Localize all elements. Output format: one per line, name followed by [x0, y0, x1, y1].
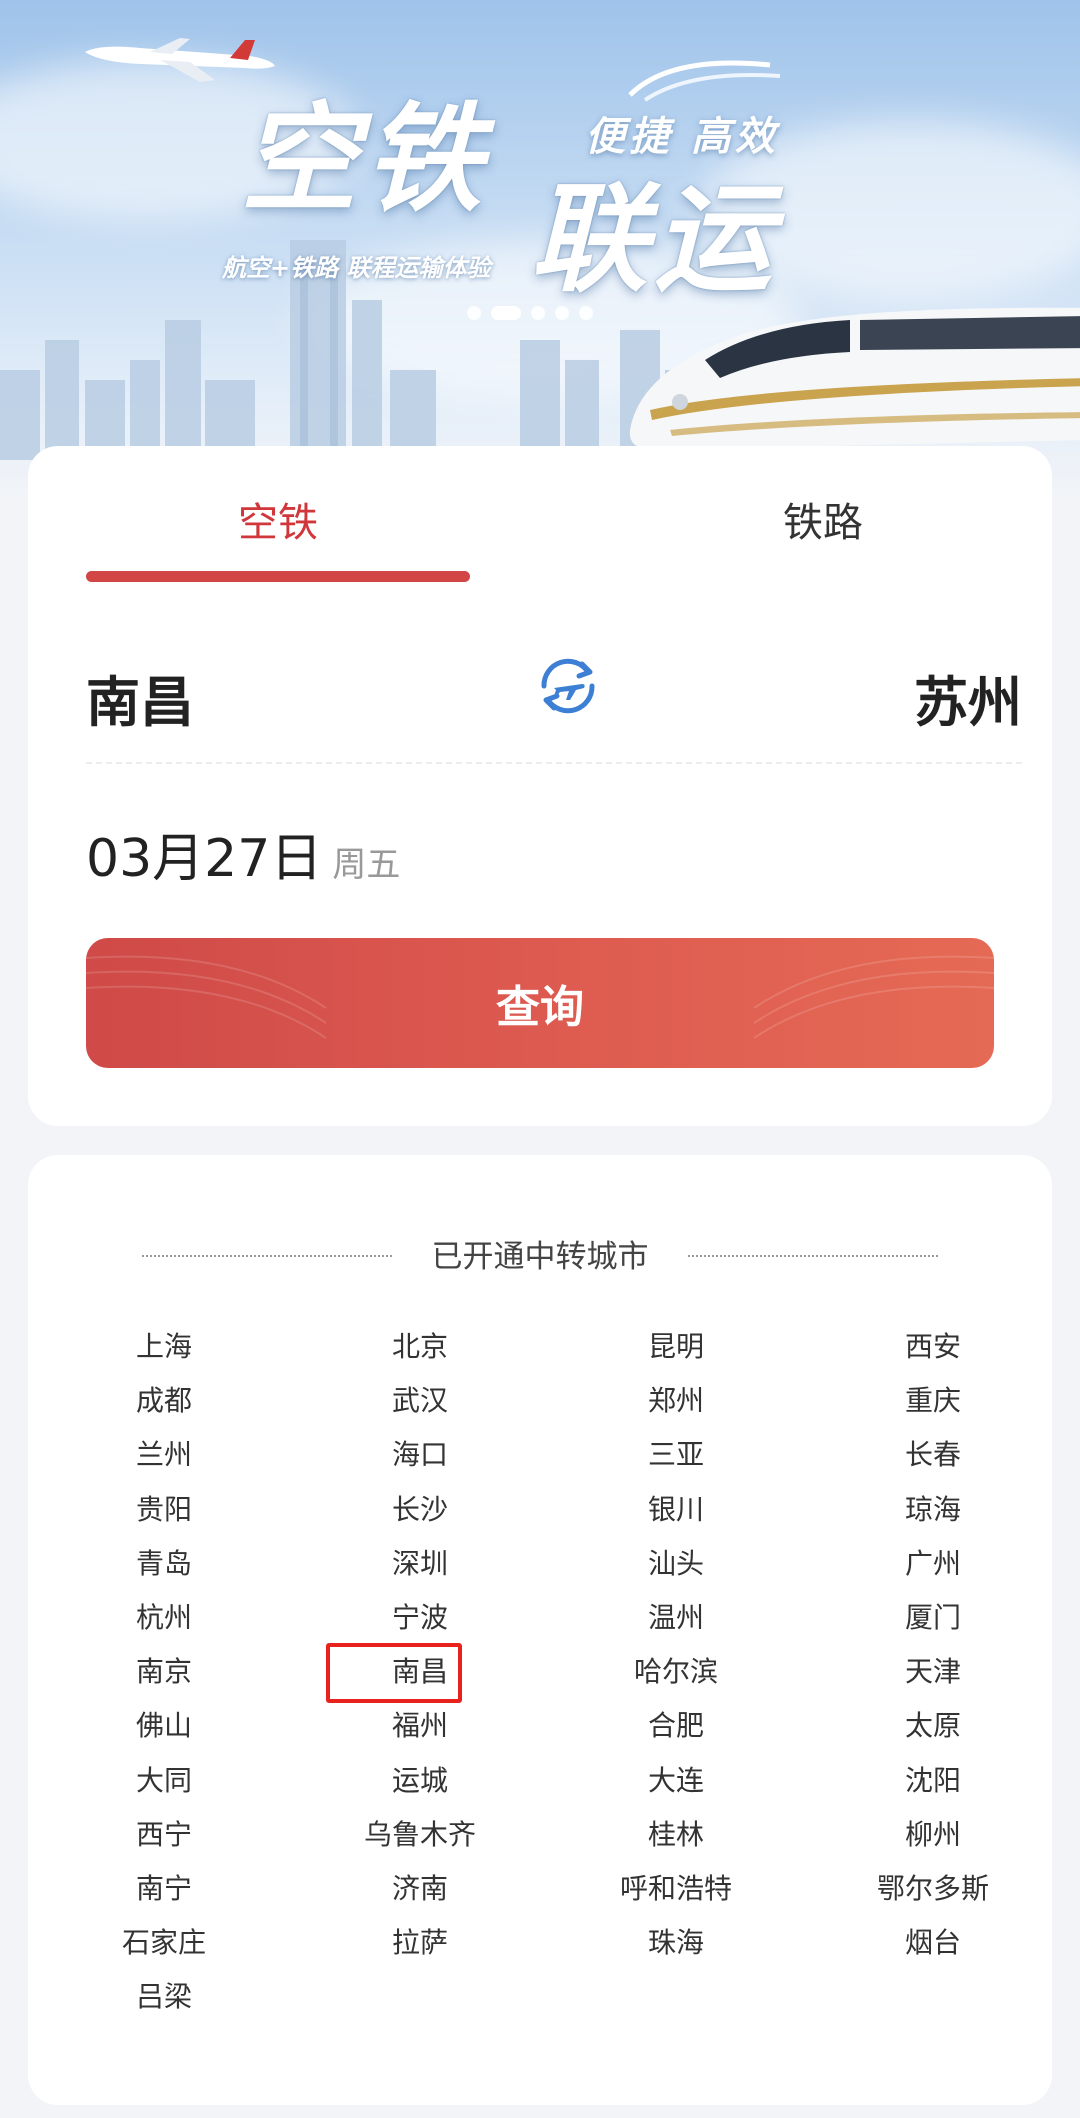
city-row: 吕梁: [28, 1975, 1052, 2029]
city-item[interactable]: 鄂尔多斯: [823, 1867, 1043, 1907]
high-speed-train-illustration: [629, 307, 1080, 450]
carousel-indicator: [467, 306, 593, 320]
city-item[interactable]: 哈尔滨: [566, 1650, 786, 1690]
search-card: 空铁 铁路 南昌 苏州 03月27日 周五 查询: [28, 446, 1052, 1126]
banner-subtitle: 航空+铁路 联程运输体验: [222, 254, 491, 282]
city-item[interactable]: 汕头: [566, 1542, 786, 1582]
carousel-dot[interactable]: [555, 306, 569, 320]
city-item[interactable]: 长春: [823, 1433, 1043, 1473]
city-item[interactable]: 佛山: [54, 1704, 274, 1744]
departure-date: 03月27日: [86, 829, 323, 889]
city-item[interactable]: 三亚: [566, 1433, 786, 1473]
departure-weekday: 周五: [332, 845, 401, 885]
city-item[interactable]: 桂林: [566, 1813, 786, 1853]
carousel-dot[interactable]: [531, 306, 545, 320]
city-item[interactable]: 昆明: [566, 1325, 786, 1365]
city-item[interactable]: 武汉: [310, 1379, 530, 1419]
banner-title-line1: 空铁: [240, 90, 489, 228]
city-row: 南京 南昌 哈尔滨 天津: [28, 1650, 1052, 1704]
city-item[interactable]: 青岛: [54, 1542, 274, 1582]
city-item[interactable]: 大连: [566, 1759, 786, 1799]
city-item[interactable]: 烟台: [823, 1921, 1043, 1961]
city-row: 成都 武汉 郑州 重庆: [28, 1379, 1052, 1433]
city-item[interactable]: 银川: [566, 1488, 786, 1528]
section-title: 已开通中转城市: [431, 1239, 649, 1275]
city-row: 西宁 乌鲁木齐 桂林 柳州: [28, 1813, 1052, 1867]
arrival-city[interactable]: 苏州: [914, 658, 1022, 737]
city-item[interactable]: 福州: [310, 1704, 530, 1744]
tab-air-rail[interactable]: 空铁: [86, 490, 470, 548]
city-item[interactable]: 重庆: [823, 1379, 1043, 1419]
city-item[interactable]: 宁波: [310, 1596, 530, 1636]
city-item[interactable]: 珠海: [566, 1921, 786, 1961]
city-item[interactable]: 温州: [566, 1596, 786, 1636]
transfer-cities-card: 已开通中转城市 上海 北京 昆明 西安 成都 武汉 郑州 重庆 兰州 海口 三亚 长春 贵阳 长沙 银川 琼海…: [28, 1155, 1052, 2105]
departure-city[interactable]: 南昌: [86, 658, 194, 737]
city-item[interactable]: 深圳: [310, 1542, 530, 1582]
city-row: 大同 运城 大连 沈阳: [28, 1759, 1052, 1813]
swap-cities-icon[interactable]: [532, 650, 604, 722]
city-item[interactable]: 吕梁: [54, 1975, 274, 2015]
city-item[interactable]: 合肥: [566, 1704, 786, 1744]
carousel-dot[interactable]: [579, 306, 593, 320]
city-item[interactable]: 成都: [54, 1379, 274, 1419]
airplane-icon: [85, 38, 275, 82]
city-item[interactable]: 南昌: [310, 1650, 530, 1690]
city-item[interactable]: 乌鲁木齐: [310, 1813, 530, 1853]
city-item[interactable]: 石家庄: [54, 1921, 274, 1961]
city-item[interactable]: 南京: [54, 1650, 274, 1690]
city-row: 佛山 福州 合肥 太原: [28, 1704, 1052, 1758]
banner-slogan: 便捷 高效: [585, 114, 779, 160]
city-row: 杭州 宁波 温州 厦门: [28, 1596, 1052, 1650]
city-item[interactable]: 杭州: [54, 1596, 274, 1636]
city-item[interactable]: 大同: [54, 1759, 274, 1799]
carousel-dot[interactable]: [467, 306, 481, 320]
city-item[interactable]: 广州: [823, 1542, 1043, 1582]
divider: [86, 762, 1022, 764]
city-item[interactable]: 郑州: [566, 1379, 786, 1419]
city-grid: 上海 北京 昆明 西安 成都 武汉 郑州 重庆 兰州 海口 三亚 长春 贵阳 长沙 银川 琼海 青岛 深圳 汕头 广州…: [28, 1325, 1052, 2029]
city-item[interactable]: 长沙: [310, 1488, 530, 1528]
city-item[interactable]: 海口: [310, 1433, 530, 1473]
city-row: 石家庄 拉萨 珠海 烟台: [28, 1921, 1052, 1975]
city-item[interactable]: 太原: [823, 1704, 1043, 1744]
city-item[interactable]: 厦门: [823, 1596, 1043, 1636]
tab-rail[interactable]: 铁路: [628, 490, 1018, 548]
city-item[interactable]: 运城: [310, 1759, 530, 1799]
date-selector[interactable]: 03月27日 周五: [86, 816, 400, 896]
city-item[interactable]: 西安: [823, 1325, 1043, 1365]
city-item[interactable]: 济南: [310, 1867, 530, 1907]
city-item[interactable]: 柳州: [823, 1813, 1043, 1853]
query-button[interactable]: 查询: [86, 938, 994, 1068]
city-row: 兰州 海口 三亚 长春: [28, 1433, 1052, 1487]
promo-banner[interactable]: 空铁 联运 便捷 高效 航空+铁路 联程运输体验: [0, 0, 1080, 500]
mode-tabs: 空铁 铁路: [28, 446, 1052, 596]
city-item[interactable]: 兰州: [54, 1433, 274, 1473]
swoosh-logo-icon: [628, 60, 781, 102]
city-item[interactable]: 天津: [823, 1650, 1043, 1690]
section-header: 已开通中转城市: [28, 1231, 1052, 1281]
city-row: 贵阳 长沙 银川 琼海: [28, 1488, 1052, 1542]
city-item[interactable]: 贵阳: [54, 1488, 274, 1528]
city-item[interactable]: 北京: [310, 1325, 530, 1365]
city-row: 青岛 深圳 汕头 广州: [28, 1542, 1052, 1596]
carousel-dot-active[interactable]: [491, 306, 521, 320]
city-item[interactable]: 呼和浩特: [566, 1867, 786, 1907]
city-item[interactable]: 南宁: [54, 1867, 274, 1907]
query-button-label: 查询: [496, 982, 584, 1033]
city-item[interactable]: 西宁: [54, 1813, 274, 1853]
active-tab-indicator: [86, 571, 470, 582]
banner-title-line2: 联运: [530, 170, 779, 308]
city-row: 上海 北京 昆明 西安: [28, 1325, 1052, 1379]
city-item[interactable]: 沈阳: [823, 1759, 1043, 1799]
city-row: 南宁 济南 呼和浩特 鄂尔多斯: [28, 1867, 1052, 1921]
city-item[interactable]: 上海: [54, 1325, 274, 1365]
divider: [688, 1255, 938, 1257]
route-selector: 南昌 苏州: [86, 636, 1022, 766]
city-item[interactable]: 拉萨: [310, 1921, 530, 1961]
city-item[interactable]: 琼海: [823, 1488, 1043, 1528]
